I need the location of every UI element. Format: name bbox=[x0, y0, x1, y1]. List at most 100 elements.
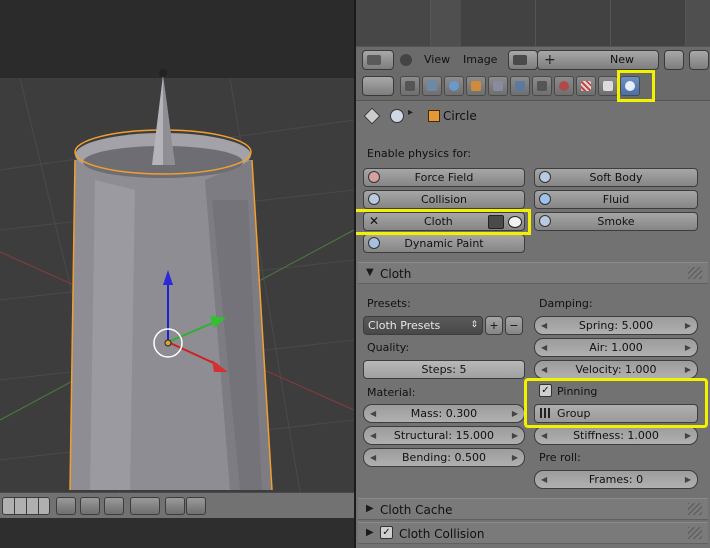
cloth-cache-title: Cloth Cache bbox=[380, 503, 453, 517]
drag-grip-icon[interactable] bbox=[688, 267, 702, 279]
damping-label: Damping: bbox=[539, 297, 593, 310]
preroll-label: Pre roll: bbox=[539, 451, 581, 464]
cloth-panel-header[interactable]: ▼ Cloth bbox=[358, 262, 708, 284]
new-image-button[interactable]: + New bbox=[537, 50, 659, 70]
frames-field[interactable]: ◀ Frames: 0 ▶ bbox=[534, 470, 698, 489]
texture-tab-icon[interactable] bbox=[576, 76, 596, 96]
structural-value: Structural: 15.000 bbox=[393, 429, 495, 442]
scene-tab-icon[interactable] bbox=[444, 76, 464, 96]
quality-label: Quality: bbox=[367, 341, 410, 354]
cloth-collision-title: Cloth Collision bbox=[399, 527, 485, 541]
spring-value: Spring: 5.000 bbox=[578, 319, 654, 332]
air-field[interactable]: ◀ Air: 1.000 ▶ bbox=[534, 338, 698, 357]
drag-grip-icon[interactable] bbox=[688, 527, 702, 539]
stiffness-field[interactable]: ◀ Stiffness: 1.000 ▶ bbox=[534, 426, 698, 445]
collapsed-triangle-icon: ▶ bbox=[366, 503, 374, 514]
soft-body-button[interactable]: Soft Body bbox=[534, 168, 698, 187]
material-label: Material: bbox=[367, 386, 416, 399]
highlight-cloth-button bbox=[356, 209, 531, 235]
world-tab-icon[interactable] bbox=[466, 76, 486, 96]
snap-target-button[interactable] bbox=[130, 497, 160, 515]
fluid-label: Fluid bbox=[602, 193, 630, 206]
remove-preset-button[interactable]: − bbox=[505, 316, 523, 335]
collapsed-triangle-icon: ▶ bbox=[366, 527, 374, 538]
particles-tab-icon[interactable] bbox=[598, 76, 618, 96]
bending-field[interactable]: ◀ Bending: 0.500 ▶ bbox=[363, 448, 525, 467]
enable-physics-label: Enable physics for: bbox=[367, 147, 472, 160]
add-preset-button[interactable]: + bbox=[485, 316, 503, 335]
object-name: Circle bbox=[443, 109, 477, 123]
properties-tabs bbox=[356, 72, 710, 101]
presets-label: Presets: bbox=[367, 297, 411, 310]
collision-icon bbox=[368, 193, 380, 205]
chevron-right-icon: ▸ bbox=[408, 107, 414, 118]
render-layers-tab-icon[interactable] bbox=[422, 76, 442, 96]
stiffness-value: Stiffness: 1.000 bbox=[573, 429, 659, 442]
structural-field[interactable]: ◀ Structural: 15.000 ▶ bbox=[363, 426, 525, 445]
modifiers-tab-icon[interactable] bbox=[510, 76, 530, 96]
fluid-button[interactable]: Fluid bbox=[534, 190, 698, 209]
steps-value: Steps: 5 bbox=[421, 363, 467, 376]
spring-field[interactable]: ◀ Spring: 5.000 ▶ bbox=[534, 316, 698, 335]
render-anim-icon[interactable] bbox=[186, 497, 206, 515]
layers-grid-button[interactable] bbox=[2, 497, 50, 515]
proportional-icon[interactable] bbox=[80, 497, 100, 515]
snap-icon[interactable] bbox=[104, 497, 124, 515]
cloth-presets-value: Cloth Presets bbox=[368, 319, 441, 332]
cloth-presets-dropdown[interactable]: Cloth Presets ⇕ bbox=[363, 316, 483, 335]
expanded-triangle-icon: ▼ bbox=[366, 267, 374, 278]
force-field-button[interactable]: Force Field bbox=[363, 168, 525, 187]
highlight-physics-tab bbox=[617, 70, 655, 102]
material-tab-icon[interactable] bbox=[554, 76, 574, 96]
air-value: Air: 1.000 bbox=[589, 341, 643, 354]
physics-content: ▸ Circle Enable physics for: Force Field… bbox=[356, 101, 710, 548]
menu-view[interactable]: View bbox=[424, 53, 450, 66]
highlight-pinning-group bbox=[524, 378, 708, 428]
menu-image[interactable]: Image bbox=[463, 53, 497, 66]
viewport-toolbar bbox=[0, 492, 354, 519]
image-browse-button[interactable] bbox=[508, 50, 538, 70]
mass-field[interactable]: ◀ Mass: 0.300 ▶ bbox=[363, 404, 525, 423]
smoke-icon bbox=[539, 215, 551, 227]
frames-value: Frames: 0 bbox=[588, 473, 644, 486]
pivot-icon[interactable] bbox=[56, 497, 76, 515]
constraints-tab-icon[interactable] bbox=[488, 76, 508, 96]
editor-type-button[interactable] bbox=[362, 50, 394, 70]
top-editor-strip bbox=[356, 0, 710, 46]
pin-icon[interactable] bbox=[363, 107, 381, 125]
properties-panel: View Image + New ▸ Circle Enable physics… bbox=[356, 0, 710, 548]
render-camera-icon[interactable] bbox=[165, 497, 185, 515]
properties-editor-type-button[interactable] bbox=[362, 76, 394, 96]
cloth-collision-checkbox[interactable]: ✓ bbox=[380, 526, 393, 539]
render-tab-icon[interactable] bbox=[400, 76, 420, 96]
plus-icon: + bbox=[544, 52, 556, 68]
soft-body-icon bbox=[539, 171, 551, 183]
scene-icon bbox=[390, 109, 404, 123]
dynamic-paint-label: Dynamic Paint bbox=[404, 237, 484, 250]
3d-viewport[interactable] bbox=[0, 0, 354, 548]
drag-grip-icon[interactable] bbox=[688, 503, 702, 515]
dynamic-paint-icon bbox=[368, 237, 380, 249]
smoke-button[interactable]: Smoke bbox=[534, 212, 698, 231]
image-editor-header: View Image + New bbox=[356, 46, 710, 74]
image-browse-icon bbox=[513, 55, 527, 65]
editor-type-icon bbox=[367, 55, 381, 65]
data-tab-icon[interactable] bbox=[532, 76, 552, 96]
cloth-panel-title: Cloth bbox=[380, 267, 412, 281]
dynamic-paint-button[interactable]: Dynamic Paint bbox=[363, 234, 525, 253]
minus-circle-icon[interactable] bbox=[400, 54, 412, 66]
new-label: New bbox=[610, 53, 634, 66]
header-extra-button[interactable] bbox=[689, 50, 709, 70]
velocity-field[interactable]: ◀ Velocity: 1.000 ▶ bbox=[534, 360, 698, 379]
cloth-cache-header[interactable]: ▶ Cloth Cache bbox=[358, 498, 708, 520]
steps-field[interactable]: Steps: 5 bbox=[363, 360, 525, 379]
soft-body-label: Soft Body bbox=[589, 171, 643, 184]
pin-icon[interactable] bbox=[664, 50, 684, 70]
collision-button[interactable]: Collision bbox=[363, 190, 525, 209]
cube-icon bbox=[428, 110, 440, 122]
force-field-icon bbox=[368, 171, 380, 183]
viewport-scene[interactable] bbox=[0, 0, 354, 548]
updown-arrow-icon: ⇕ bbox=[470, 320, 478, 330]
cloth-collision-header[interactable]: ▶ ✓ Cloth Collision bbox=[358, 522, 708, 544]
mass-value: Mass: 0.300 bbox=[410, 407, 478, 420]
